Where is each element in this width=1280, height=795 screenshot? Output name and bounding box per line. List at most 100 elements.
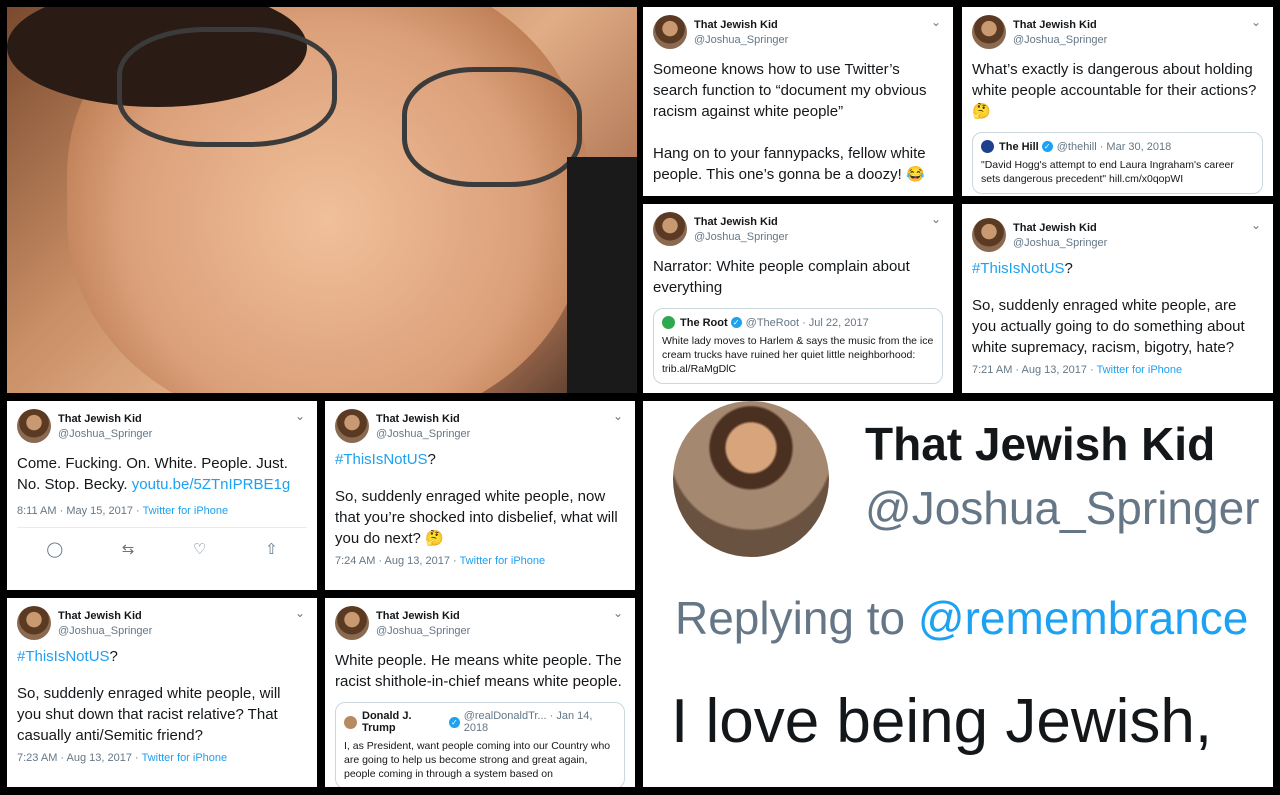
emoji: 🤔 (425, 530, 444, 547)
display-name[interactable]: That Jewish Kid (376, 412, 470, 426)
tweet-hashtag-line: #ThisIsNotUS? (17, 646, 307, 667)
display-name[interactable]: That Jewish Kid (58, 412, 152, 426)
source-link[interactable]: Twitter for iPhone (460, 555, 546, 567)
avatar[interactable] (335, 606, 369, 640)
tweet-body: What’s exactly is dangerous about holdin… (972, 61, 1257, 99)
large-avatar[interactable] (673, 401, 829, 557)
display-name[interactable]: That Jewish Kid (694, 18, 788, 32)
quote-avatar (344, 715, 357, 729)
zoom-tweet-text: I love being Jewish, (671, 687, 1213, 756)
hashtag-suffix: ? (109, 648, 118, 665)
source-link[interactable]: Twitter for iPhone (143, 505, 229, 517)
tweet-card-6[interactable]: That Jewish Kid @Joshua_Springer ⌄ #ThisI… (325, 401, 635, 590)
verified-icon: ✓ (448, 716, 460, 728)
quote-text: White lady moves to Harlem & says the mu… (662, 335, 934, 375)
avatar[interactable] (653, 15, 687, 49)
quote-name: The Root (680, 316, 728, 329)
glasses-left (117, 27, 337, 147)
tweet-card-2[interactable]: That Jewish Kid @Joshua_Springer ⌄ What’s… (962, 7, 1273, 196)
zoom-handle[interactable]: @Joshua_Springer (865, 481, 1259, 535)
tweet-meta: 8:11 AM · May 15, 2017 · Twitter for iPh… (17, 505, 307, 517)
avatar[interactable] (17, 409, 51, 443)
dark-background (567, 157, 637, 393)
tweet-meta: 7:23 AM · Aug 13, 2017 · Twitter for iPh… (17, 752, 307, 764)
handle[interactable]: @Joshua_Springer (58, 428, 152, 440)
hashtag-link[interactable]: #ThisIsNotUS (335, 451, 428, 468)
hashtag-link[interactable]: #ThisIsNotUS (972, 260, 1065, 277)
replying-label: Replying to (675, 592, 918, 644)
chevron-down-icon[interactable]: ⌄ (613, 606, 623, 620)
verified-icon: ✓ (730, 317, 742, 328)
glasses-right (402, 67, 582, 187)
chevron-down-icon[interactable]: ⌄ (1251, 218, 1261, 232)
chevron-down-icon[interactable]: ⌄ (931, 15, 941, 29)
timestamp[interactable]: 7:23 AM · Aug 13, 2017 · (17, 752, 142, 764)
retweet-icon[interactable]: ⇆ (122, 540, 135, 558)
chevron-down-icon[interactable]: ⌄ (295, 606, 305, 620)
source-link[interactable]: Twitter for iPhone (1097, 364, 1183, 376)
handle[interactable]: @Joshua_Springer (1013, 237, 1107, 249)
youtube-link[interactable]: youtu.be/5ZTnIPRBE1g (132, 476, 290, 493)
avatar[interactable] (972, 15, 1006, 49)
tweet-card-5[interactable]: That Jewish Kid @Joshua_Springer ⌄ Come. … (7, 401, 317, 590)
chevron-down-icon[interactable]: ⌄ (1251, 15, 1261, 29)
like-icon[interactable]: ♡ (193, 540, 206, 558)
hashtag-link[interactable]: #ThisIsNotUS (17, 648, 110, 665)
hashtag-suffix: ? (427, 451, 436, 468)
display-name[interactable]: That Jewish Kid (1013, 18, 1107, 32)
display-name[interactable]: That Jewish Kid (58, 609, 152, 623)
quote-handle: @TheRoot · Jul 22, 2017 (745, 316, 869, 329)
quote-text: I, as President, want people coming into… (344, 740, 611, 780)
timestamp[interactable]: 8:11 AM · May 15, 2017 · (17, 505, 143, 517)
handle[interactable]: @Joshua_Springer (376, 428, 470, 440)
tweet-meta: 7:24 AM · Aug 13, 2017 · Twitter for iPh… (335, 555, 625, 567)
handle[interactable]: @Joshua_Springer (1013, 34, 1107, 46)
quoted-tweet[interactable]: The Hill ✓ @thehill · Mar 30, 2018 "David … (972, 132, 1263, 194)
tweet-card-7[interactable]: That Jewish Kid @Joshua_Springer ⌄ #ThisI… (7, 598, 317, 787)
zoom-display-name[interactable]: That Jewish Kid (865, 417, 1215, 471)
tweet-text: Someone knows how to use Twitter’s searc… (653, 59, 943, 185)
avatar[interactable] (335, 409, 369, 443)
zoomed-tweet-panel: That Jewish Kid @Joshua_Springer Replyin… (643, 401, 1273, 787)
display-name[interactable]: That Jewish Kid (1013, 221, 1107, 235)
timestamp[interactable]: 7:24 AM · Aug 13, 2017 · (335, 555, 460, 567)
avatar[interactable] (653, 212, 687, 246)
tweet-text: White people. He means white people. The… (335, 652, 622, 690)
display-name[interactable]: That Jewish Kid (376, 609, 470, 623)
chevron-down-icon[interactable]: ⌄ (613, 409, 623, 423)
quoted-tweet[interactable]: The Root ✓ @TheRoot · Jul 22, 2017 White l… (653, 308, 943, 384)
tweet-text: So, suddenly enraged white people, now t… (335, 486, 625, 549)
handle[interactable]: @Joshua_Springer (376, 625, 470, 637)
display-name[interactable]: That Jewish Kid (694, 215, 788, 229)
quote-handle: @thehill · Mar 30, 2018 (1056, 140, 1172, 153)
handle[interactable]: @Joshua_Springer (694, 231, 788, 243)
handle[interactable]: @Joshua_Springer (58, 625, 152, 637)
tweet-card-3[interactable]: That Jewish Kid @Joshua_Springer ⌄ Narrat… (643, 204, 953, 393)
quoted-tweet[interactable]: Donald J. Trump ✓ @realDonaldTr... · Jan 1… (335, 702, 625, 787)
profile-photo (7, 7, 637, 393)
handle[interactable]: @Joshua_Springer (694, 34, 788, 46)
tweet-hashtag-line: #ThisIsNotUS? (335, 449, 625, 470)
share-icon[interactable]: ⇧ (265, 540, 278, 558)
tweet-text: Narrator: White people complain about ev… (653, 258, 910, 296)
tweet-body: Someone knows how to use Twitter’s searc… (653, 61, 927, 183)
reply-icon[interactable]: ◯ (46, 540, 63, 558)
tweet-text: So, suddenly enraged white people, will … (17, 685, 281, 744)
tweet-hashtag-line: #ThisIsNotUS? (972, 258, 1263, 279)
replying-to-link[interactable]: @remembrance (918, 592, 1248, 644)
tweet-text: What’s exactly is dangerous about holdin… (972, 59, 1263, 122)
tweet-card-4[interactable]: That Jewish Kid @Joshua_Springer ⌄ #ThisI… (962, 204, 1273, 393)
source-link[interactable]: Twitter for iPhone (142, 752, 228, 764)
quote-name: Donald J. Trump (362, 710, 412, 734)
tweet-card-8[interactable]: That Jewish Kid @Joshua_Springer ⌄ White … (325, 598, 635, 787)
timestamp[interactable]: 7:21 AM · Aug 13, 2017 · (972, 364, 1097, 376)
emoji: 🤔 (972, 103, 991, 120)
avatar[interactable] (17, 606, 51, 640)
chevron-down-icon[interactable]: ⌄ (931, 212, 941, 226)
tweet-card-1[interactable]: That Jewish Kid @Joshua_Springer ⌄ Someon… (643, 7, 953, 196)
avatar[interactable] (972, 218, 1006, 252)
tweet-body: So, suddenly enraged white people, now t… (335, 488, 618, 547)
chevron-down-icon[interactable]: ⌄ (295, 409, 305, 423)
verified-icon: ✓ (1041, 141, 1053, 152)
tweet-actions: ◯ ⇆ ♡ ⇧ (17, 527, 307, 558)
